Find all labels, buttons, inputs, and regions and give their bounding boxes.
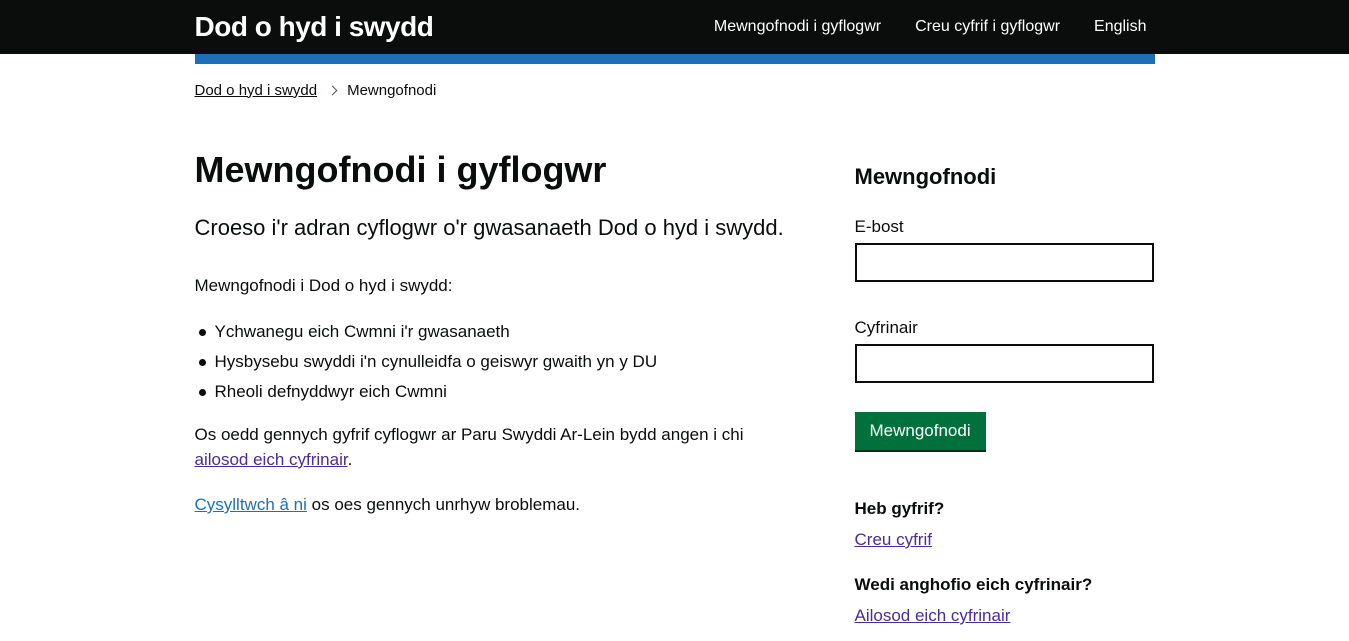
bullet-icon bbox=[198, 329, 206, 336]
nav-employer-register[interactable]: Creu cyfrif i gyflogwr bbox=[915, 18, 1060, 36]
breadcrumb: Dod o hyd i swydd Mewngofnodi bbox=[195, 79, 1155, 101]
reset-password-wrapper: Ailosod eich cyfrinair bbox=[855, 603, 1155, 628]
list-item-text: Ychwanegu eich Cwmni i'r gwasanaeth bbox=[214, 322, 510, 341]
header-inner: Dod o hyd i swydd Mewngofnodi i gyflogwr… bbox=[195, 0, 1155, 54]
list-item-text: Hysbysebu swyddi i'n cynulleidfa o geisw… bbox=[214, 352, 658, 371]
email-label: E-bost bbox=[854, 217, 904, 236]
password-label: Cyfrinair bbox=[854, 318, 918, 337]
service-name-link[interactable]: Dod o hyd i swydd bbox=[195, 10, 434, 44]
page-title: Mewngofnodi i gyflogwr bbox=[194, 149, 607, 190]
signin-heading: Mewngofnodi bbox=[854, 164, 997, 189]
header-accent-bar bbox=[194, 54, 1155, 64]
site-header: Dod o hyd i swydd Mewngofnodi i gyflogwr… bbox=[0, 0, 1349, 54]
email-field[interactable] bbox=[854, 243, 1154, 282]
list-item-text: Rheoli defnyddwyr eich Cwmni bbox=[214, 382, 447, 401]
signin-button[interactable]: Mewngofnodi bbox=[854, 412, 986, 450]
benefits-list: Ychwanegu eich Cwmni i'r gwasanaeth Hysb… bbox=[195, 317, 815, 407]
breadcrumb-home-link[interactable]: Dod o hyd i swydd bbox=[195, 82, 318, 99]
bullet-icon bbox=[198, 389, 206, 396]
page-container: Dod o hyd i swydd Mewngofnodi Mewngofnod… bbox=[195, 79, 1155, 641]
list-item: Rheoli defnyddwyr eich Cwmni bbox=[195, 377, 815, 407]
contact-text: os oes gennych unrhyw broblemau. bbox=[306, 495, 581, 514]
password-field[interactable] bbox=[854, 344, 1154, 383]
intro-column: Mewngofnodi i gyflogwr Croeso i'r adran … bbox=[195, 148, 815, 517]
list-item: Hysbysebu swyddi i'n cynulleidfa o geisw… bbox=[195, 347, 815, 377]
contact-us-link[interactable]: Cysylltwch â ni bbox=[195, 495, 307, 514]
chevron-right-icon bbox=[327, 85, 338, 95]
reset-password-paragraph: Os oedd gennych gyfrif cyflogwr ar Paru … bbox=[195, 422, 815, 472]
header-nav: Mewngofnodi i gyflogwr Creu cyfrif i gyf… bbox=[680, 0, 1147, 54]
create-account-wrapper: Creu cyfrif bbox=[855, 527, 1155, 552]
no-account-heading: Heb gyfrif? bbox=[854, 499, 945, 518]
reset-password-text: Os oedd gennych gyfrif cyflogwr ar Paru … bbox=[194, 425, 744, 444]
create-account-link[interactable]: Creu cyfrif bbox=[855, 530, 932, 549]
bullet-icon bbox=[198, 359, 206, 366]
nav-employer-signin[interactable]: Mewngofnodi i gyflogwr bbox=[714, 18, 881, 36]
reset-password-link[interactable]: Ailosod eich cyfrinair bbox=[855, 606, 1011, 625]
intro-paragraph: Mewngofnodi i Dod o hyd i swydd: bbox=[194, 276, 453, 295]
contact-paragraph: Cysylltwch â ni os oes gennych unrhyw br… bbox=[195, 492, 815, 517]
main-content: Mewngofnodi i gyflogwr Croeso i'r adran … bbox=[195, 101, 1155, 641]
breadcrumb-current: Mewngofnodi bbox=[347, 81, 437, 99]
signin-panel: Mewngofnodi E-bost Cyfrinair Mewngofnodi… bbox=[854, 163, 1155, 628]
nav-language-english[interactable]: English bbox=[1094, 18, 1146, 36]
lead-paragraph: Croeso i'r adran cyflogwr o'r gwasanaeth… bbox=[194, 215, 784, 240]
reset-password-inline-link[interactable]: ailosod eich cyfrinair bbox=[195, 450, 348, 469]
list-item: Ychwanegu eich Cwmni i'r gwasanaeth bbox=[195, 317, 815, 347]
forgot-password-heading: Wedi anghofio eich cyfrinair? bbox=[854, 575, 1093, 594]
reset-password-end: . bbox=[347, 450, 353, 469]
